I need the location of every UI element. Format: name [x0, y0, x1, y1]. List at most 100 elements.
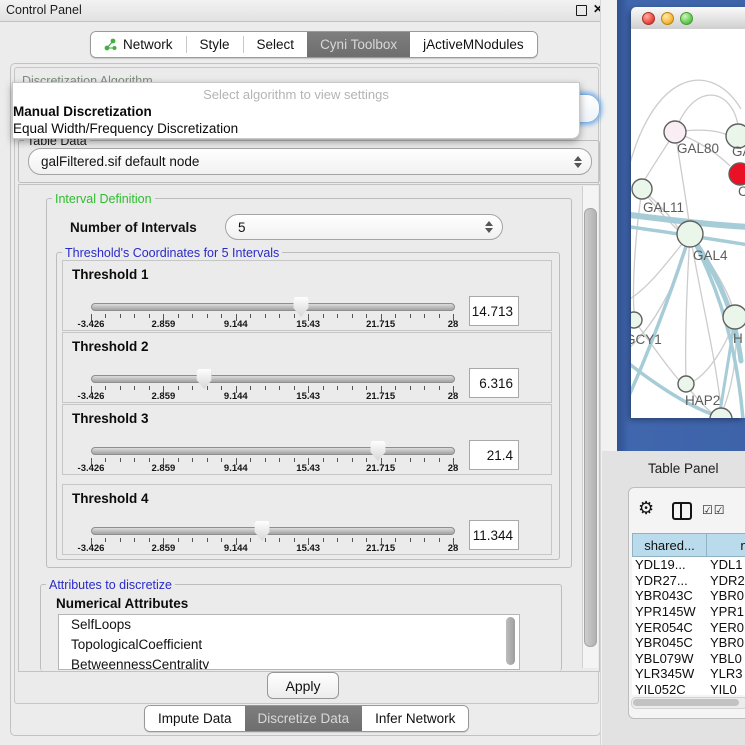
- tick-mark: [105, 386, 106, 390]
- tab-label: Cyni Toolbox: [320, 37, 397, 52]
- node-h[interactable]: [723, 305, 745, 329]
- window-close-icon[interactable]: [642, 12, 655, 25]
- attribute-list-item[interactable]: SelfLoops: [59, 615, 519, 635]
- threshold-label: Threshold 3: [72, 411, 149, 426]
- tick-mark: [424, 538, 425, 542]
- table-row[interactable]: YDL19...YDL1: [632, 557, 745, 573]
- node-highlighted-red[interactable]: [729, 163, 745, 185]
- threshold-value-field[interactable]: 6.316: [469, 368, 519, 398]
- tick-mark: [120, 458, 121, 462]
- bottom-tab-discretize-data[interactable]: Discretize Data: [245, 706, 363, 731]
- threshold-slider-track[interactable]: [91, 303, 455, 311]
- bottom-tab-impute-data[interactable]: Impute Data: [145, 706, 245, 731]
- number-of-intervals-combobox[interactable]: 5: [225, 214, 503, 240]
- table-row[interactable]: YBL079WYBL0: [632, 651, 745, 667]
- threshold-value-field[interactable]: 14.713: [469, 296, 519, 326]
- threshold-slider-track[interactable]: [91, 527, 455, 535]
- tick-mark: [134, 314, 135, 318]
- table-data-combobox[interactable]: galFiltered.sif default node: [28, 148, 592, 175]
- tick-label: 21.715: [366, 319, 395, 330]
- algorithm-popup-item[interactable]: Manual Discretization: [13, 104, 579, 121]
- tick-mark: [337, 538, 338, 542]
- tick-mark: [207, 538, 208, 542]
- tick-label: 2.859: [152, 543, 176, 554]
- tick-mark: [439, 538, 440, 542]
- tick-mark: [192, 386, 193, 390]
- attributes-list-scrollbar-thumb[interactable]: [506, 617, 515, 665]
- control-panel-title: Control Panel: [6, 3, 82, 17]
- table-row[interactable]: YER054CYER0: [632, 619, 745, 635]
- threshold-row: Threshold 3 -3.4262.8599.14415.4321.71528…: [62, 404, 552, 475]
- combo-spinner-icon[interactable]: [485, 221, 493, 233]
- network-icon: [104, 38, 117, 51]
- bottom-tab-infer-network[interactable]: Infer Network: [362, 706, 468, 731]
- tick-mark: [192, 314, 193, 318]
- number-of-intervals-value: 5: [238, 220, 246, 235]
- column-header[interactable]: shared...: [632, 533, 707, 557]
- table-row[interactable]: YLR345WYLR3: [632, 666, 745, 682]
- horizontal-scrollbar-thumb[interactable]: [633, 699, 739, 706]
- tick-mark: [439, 458, 440, 462]
- table-row[interactable]: YBR045CYBR0: [632, 635, 745, 651]
- node-hap2[interactable]: [678, 376, 694, 392]
- tick-label: 2.859: [152, 391, 176, 402]
- tick-label: 15.43: [296, 463, 320, 474]
- algorithm-popup-item[interactable]: Equal Width/Frequency Discretization: [13, 121, 579, 138]
- table-cell: YIL0: [707, 682, 745, 695]
- split-columns-icon[interactable]: [672, 502, 692, 520]
- node-partial-bottom[interactable]: [710, 408, 732, 418]
- node-gal80[interactable]: [664, 121, 686, 143]
- threshold-slider-track[interactable]: [91, 375, 455, 383]
- attribute-list-item[interactable]: TopologicalCoefficient: [59, 635, 519, 655]
- tick-mark: [221, 538, 222, 542]
- node-table[interactable]: shared...n YDL19...YDL1YDR27...YDR2YBR04…: [632, 533, 745, 695]
- tick-mark: [178, 538, 179, 542]
- tick-mark: [207, 314, 208, 318]
- window-minimize-icon[interactable]: [661, 12, 674, 25]
- node-gal11[interactable]: [632, 179, 652, 199]
- tab-network[interactable]: Network: [91, 32, 186, 57]
- column-header[interactable]: n: [707, 533, 745, 557]
- float-window-icon[interactable]: [576, 5, 587, 16]
- tick-mark: [120, 538, 121, 542]
- slider-tick-labels: -3.4262.8599.14415.4321.71528: [91, 543, 453, 555]
- table-cell: YPR1: [707, 604, 745, 619]
- threshold-value-field[interactable]: 21.4: [469, 440, 519, 470]
- table-row[interactable]: YDR27...YDR2: [632, 573, 745, 589]
- table-row[interactable]: YPR145WYPR1: [632, 604, 745, 620]
- tab-select[interactable]: Select: [244, 32, 308, 57]
- node-table-header[interactable]: shared...n: [632, 533, 745, 557]
- threshold-slider-track[interactable]: [91, 447, 455, 455]
- tick-label: 15.43: [296, 543, 320, 554]
- gear-icon[interactable]: ⚙: [638, 498, 654, 519]
- numerical-attributes-list[interactable]: SelfLoopsTopologicalCoefficientBetweenne…: [58, 614, 520, 670]
- tick-mark: [410, 458, 411, 462]
- table-cell: YBR0: [707, 588, 745, 603]
- table-cell: YLR345W: [632, 666, 707, 681]
- tab-bar: NetworkStyleSelect Cyni Toolbox jActiveMNo…: [90, 31, 538, 58]
- window-zoom-icon[interactable]: [680, 12, 693, 25]
- tick-mark: [323, 314, 324, 318]
- apply-button[interactable]: Apply: [267, 672, 339, 699]
- network-canvas[interactable]: GAL80 GA C GAL11 GAL4 GCY1 H HAP2: [631, 29, 745, 418]
- tab-jactivemnodules[interactable]: jActiveMNodules: [410, 32, 537, 57]
- combo-spinner-icon[interactable]: [574, 156, 582, 168]
- slider-tick-labels: -3.4262.8599.14415.4321.71528: [91, 319, 453, 331]
- tick-mark: [337, 386, 338, 390]
- slider-tick-labels: -3.4262.8599.14415.4321.71528: [91, 463, 453, 475]
- tick-label: 9.144: [224, 319, 248, 330]
- table-row[interactable]: YBR043CYBR0: [632, 588, 745, 604]
- attribute-list-item[interactable]: BetweennessCentrality: [59, 655, 519, 670]
- table-row[interactable]: YIL052CYIL0: [632, 682, 745, 695]
- tab-style[interactable]: Style: [187, 32, 243, 57]
- checkbox-columns-icon[interactable]: ☑☑: [702, 503, 726, 517]
- node-gcy1[interactable]: [631, 312, 642, 328]
- threshold-value-field[interactable]: 11.344: [469, 520, 519, 550]
- tick-mark: [105, 538, 106, 542]
- tick-mark: [221, 314, 222, 318]
- node-gal4[interactable]: [677, 221, 703, 247]
- threshold-row: Threshold 4-3.4262.8599.14415.4321.71528…: [62, 484, 552, 555]
- vertical-scrollbar-thumb[interactable]: [584, 208, 597, 647]
- tab-cyni-toolbox[interactable]: Cyni Toolbox: [307, 32, 410, 57]
- threshold-row: Threshold 2-3.4262.8599.14415.4321.71528…: [62, 332, 552, 403]
